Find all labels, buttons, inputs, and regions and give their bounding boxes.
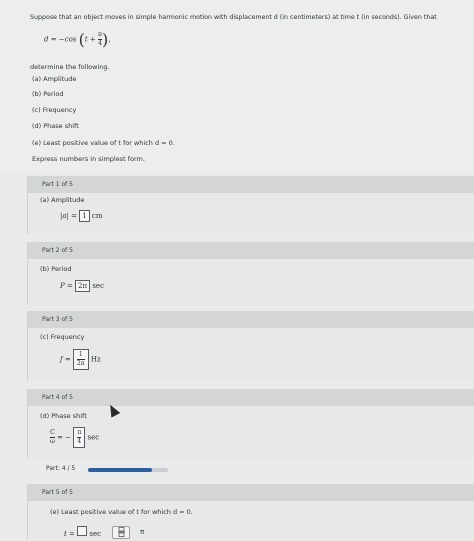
part-3-label: (c) Frequency bbox=[40, 333, 85, 341]
item-e: (e) Least positive value of t for which … bbox=[32, 139, 175, 147]
part-5-label: (e) Least positive value of t for which … bbox=[50, 508, 193, 516]
part-2-label: (b) Period bbox=[40, 265, 72, 273]
part-4-header: Part 4 of 5 bbox=[28, 389, 474, 406]
equation-lhs: d = −cos bbox=[44, 35, 77, 44]
part-5-lhs: t = bbox=[64, 530, 75, 538]
part-1-header: Part 1 of 5 bbox=[28, 176, 474, 193]
part-4-lhs-num: C bbox=[50, 429, 55, 436]
part-4-answer-row: C ω = − π 4 sec bbox=[50, 427, 99, 448]
part-2: Part 2 of 5 (b) Period P = 2π sec bbox=[27, 242, 474, 304]
equation: d = −cos (t + π 4 ), bbox=[44, 30, 110, 49]
instruction: Express numbers in simplest form. bbox=[32, 155, 145, 163]
part-2-unit: sec bbox=[92, 282, 104, 290]
part-1: Part 1 of 5 (a) Amplitude |a| = 1 cm bbox=[27, 176, 474, 234]
part-4: Part 4 of 5 (d) Phase shift C ω = − π 4 … bbox=[27, 389, 474, 459]
part-1-answer-box[interactable]: 1 bbox=[79, 210, 90, 222]
item-d: (d) Phase shift bbox=[32, 122, 79, 130]
item-a: (a) Amplitude bbox=[32, 75, 77, 83]
part-5: Part 5 of 5 (e) Least positive value of … bbox=[27, 484, 474, 540]
fraction-icon bbox=[117, 527, 125, 541]
part-5-header: Part 5 of 5 bbox=[28, 484, 474, 501]
part-4-answer-den: 4 bbox=[77, 437, 82, 445]
part-5-answer-row: t = sec bbox=[64, 526, 101, 538]
progress-bar bbox=[88, 468, 168, 472]
problem-intro: Suppose that an object moves in simple h… bbox=[30, 14, 437, 21]
part-3-answer-num: 1 bbox=[78, 351, 83, 358]
part-3-unit: Hz bbox=[90, 355, 101, 364]
part-5-answer-box[interactable] bbox=[77, 526, 88, 536]
part-3-answer-box[interactable]: 1 2π bbox=[72, 349, 89, 370]
part-3: Part 3 of 5 (c) Frequency f = 1 2π Hz bbox=[27, 311, 474, 381]
part-4-label: (d) Phase shift bbox=[40, 412, 87, 420]
part-1-label: (a) Amplitude bbox=[40, 196, 85, 204]
item-c: (c) Frequency bbox=[32, 106, 77, 114]
part-3-answer-den: 2π bbox=[76, 359, 85, 367]
part-4-unit: sec bbox=[87, 433, 100, 442]
progress-fill bbox=[88, 468, 152, 472]
part-4-lhs-den: ω bbox=[50, 437, 55, 445]
part-2-answer-row: P = 2π sec bbox=[60, 280, 104, 292]
part-3-header: Part 3 of 5 bbox=[28, 311, 474, 328]
part-4-answer-num: π bbox=[77, 429, 82, 436]
part-3-lhs: f = bbox=[60, 355, 71, 364]
progress-label: Part: 4 / 5 bbox=[46, 465, 76, 472]
part-5-unit: sec bbox=[89, 530, 102, 538]
fraction-button[interactable] bbox=[112, 526, 130, 539]
part-2-answer-box[interactable]: 2π bbox=[75, 280, 91, 292]
part-1-lhs: |a| = bbox=[60, 212, 77, 220]
equation-comma: , bbox=[108, 35, 111, 44]
part-2-header: Part 2 of 5 bbox=[28, 242, 474, 259]
part-4-sign: − bbox=[65, 433, 72, 442]
part-2-lhs: P = bbox=[60, 282, 73, 290]
determine-text: determine the following. bbox=[30, 63, 110, 71]
equation-arg: t + bbox=[84, 35, 96, 44]
pi-button[interactable]: π bbox=[140, 528, 144, 536]
part-3-answer-row: f = 1 2π Hz bbox=[60, 349, 101, 370]
item-b: (b) Period bbox=[32, 90, 64, 98]
part-4-eq: = bbox=[57, 433, 64, 442]
part-1-unit: cm bbox=[91, 212, 103, 220]
part-4-answer-box[interactable]: π 4 bbox=[73, 427, 86, 448]
part-1-answer-row: |a| = 1 cm bbox=[60, 210, 102, 222]
